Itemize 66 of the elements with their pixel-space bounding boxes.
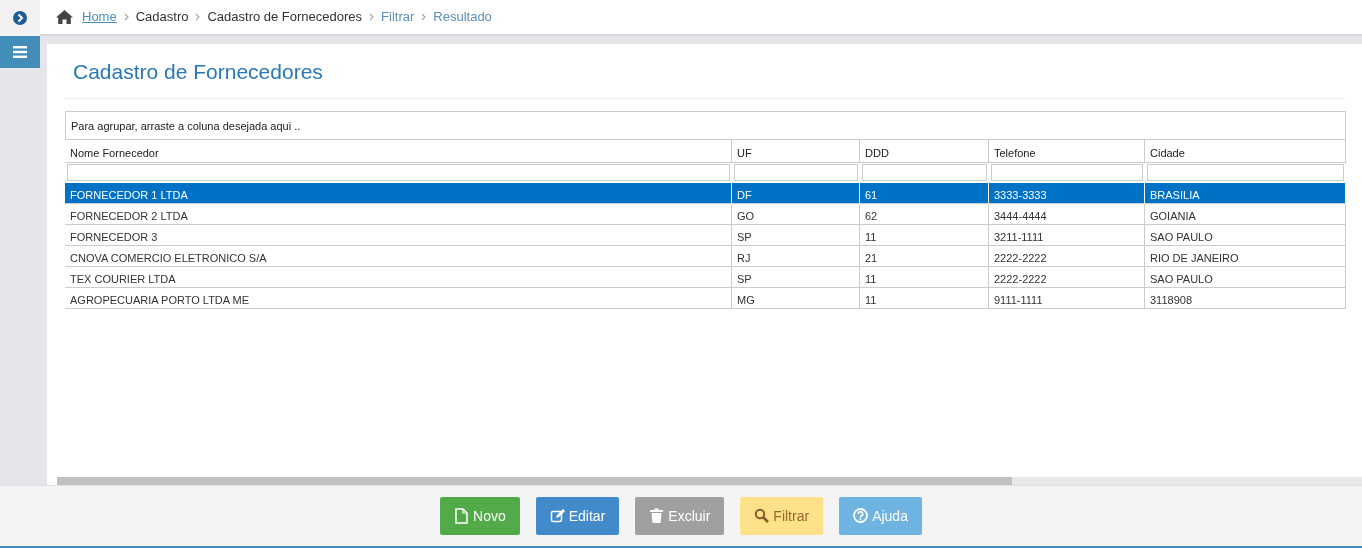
table-cell: 2222-2222	[989, 266, 1145, 288]
table-cell: SP	[732, 266, 860, 288]
table-cell: 3333-3333	[989, 182, 1145, 204]
table-cell: 3118908	[1145, 287, 1346, 309]
table-cell: RIO DE JANEIRO	[1145, 245, 1346, 267]
filter-field[interactable]	[862, 163, 987, 181]
menu-button[interactable]	[0, 36, 40, 68]
new-button[interactable]: Novo	[440, 497, 520, 535]
table-cell: 3444-4444	[989, 203, 1145, 225]
table-cell: MG	[732, 287, 860, 309]
filter-field[interactable]	[991, 163, 1143, 181]
table-cell: BRASILIA	[1145, 182, 1346, 204]
group-by-panel: Para agrupar, arraste a coluna desejada aqui ..	[65, 110, 1346, 140]
chevron-icon	[369, 13, 375, 21]
help-icon	[853, 508, 869, 524]
delete-button[interactable]: Excluir	[635, 497, 725, 535]
table-cell: 3211-1111	[989, 224, 1145, 246]
filter-field[interactable]	[734, 163, 858, 181]
breadcrumb-link[interactable]: Home	[82, 7, 117, 27]
table-cell: 62	[860, 203, 989, 225]
column-header[interactable]: DDD	[860, 139, 989, 163]
column-header[interactable]: Cidade	[1145, 139, 1346, 163]
breadcrumb-item[interactable]: Resultado	[433, 7, 492, 27]
filter-button[interactable]: Filtrar	[740, 497, 824, 535]
home-icon	[56, 10, 73, 24]
column-header[interactable]: Telefone	[989, 139, 1145, 163]
chevron-icon	[123, 13, 129, 21]
search-icon	[754, 508, 770, 524]
chevron-icon	[421, 13, 427, 21]
breadcrumb-item[interactable]: Filtrar	[381, 7, 415, 27]
filter-field[interactable]	[67, 163, 730, 181]
trash-icon	[649, 508, 665, 524]
column-header[interactable]: Nome Fornecedor	[65, 139, 732, 163]
table-cell: 11	[860, 266, 989, 288]
filter-field[interactable]	[1147, 163, 1344, 181]
table-cell: FORNECEDOR 1 LTDA	[65, 182, 732, 204]
table-cell: 9111-1111	[989, 287, 1145, 309]
breadcrumb-item[interactable]: Cadastro de Fornecedores	[207, 7, 363, 27]
table-cell: 21	[860, 245, 989, 267]
breadcrumb-item[interactable]: Cadastro	[135, 7, 189, 27]
table-cell: 2222-2222	[989, 245, 1145, 267]
column-header[interactable]: UF	[732, 139, 860, 163]
edit-button[interactable]: Editar	[535, 497, 620, 535]
table-cell: 11	[860, 224, 989, 246]
edit-icon	[549, 508, 565, 524]
collapse-toggle-icon[interactable]	[13, 11, 27, 25]
table-cell: CNOVA COMERCIO ELETRONICO S/A	[65, 245, 732, 267]
table-cell: AGROPECUARIA PORTO LTDA ME	[65, 287, 732, 309]
table-cell: GOIANIA	[1145, 203, 1346, 225]
page-title: Cadastro de Fornecedores	[65, 44, 1346, 99]
document-icon	[454, 508, 470, 524]
table-cell: TEX COURIER LTDA	[65, 266, 732, 288]
horizontal-scrollbar[interactable]	[57, 477, 1362, 485]
table-cell: SAO PAULO	[1145, 266, 1346, 288]
help-button[interactable]: Ajuda	[839, 497, 922, 535]
table-cell: DF	[732, 182, 860, 204]
table-cell: SP	[732, 224, 860, 246]
chevron-icon	[195, 13, 201, 21]
table-cell: 61	[860, 182, 989, 204]
menu-icon	[13, 46, 27, 58]
table-cell: FORNECEDOR 3	[65, 224, 732, 246]
table-cell: 11	[860, 287, 989, 309]
table-cell: SAO PAULO	[1145, 224, 1346, 246]
table-cell: RJ	[732, 245, 860, 267]
table-cell: FORNECEDOR 2 LTDA	[65, 203, 732, 225]
table-cell: GO	[732, 203, 860, 225]
